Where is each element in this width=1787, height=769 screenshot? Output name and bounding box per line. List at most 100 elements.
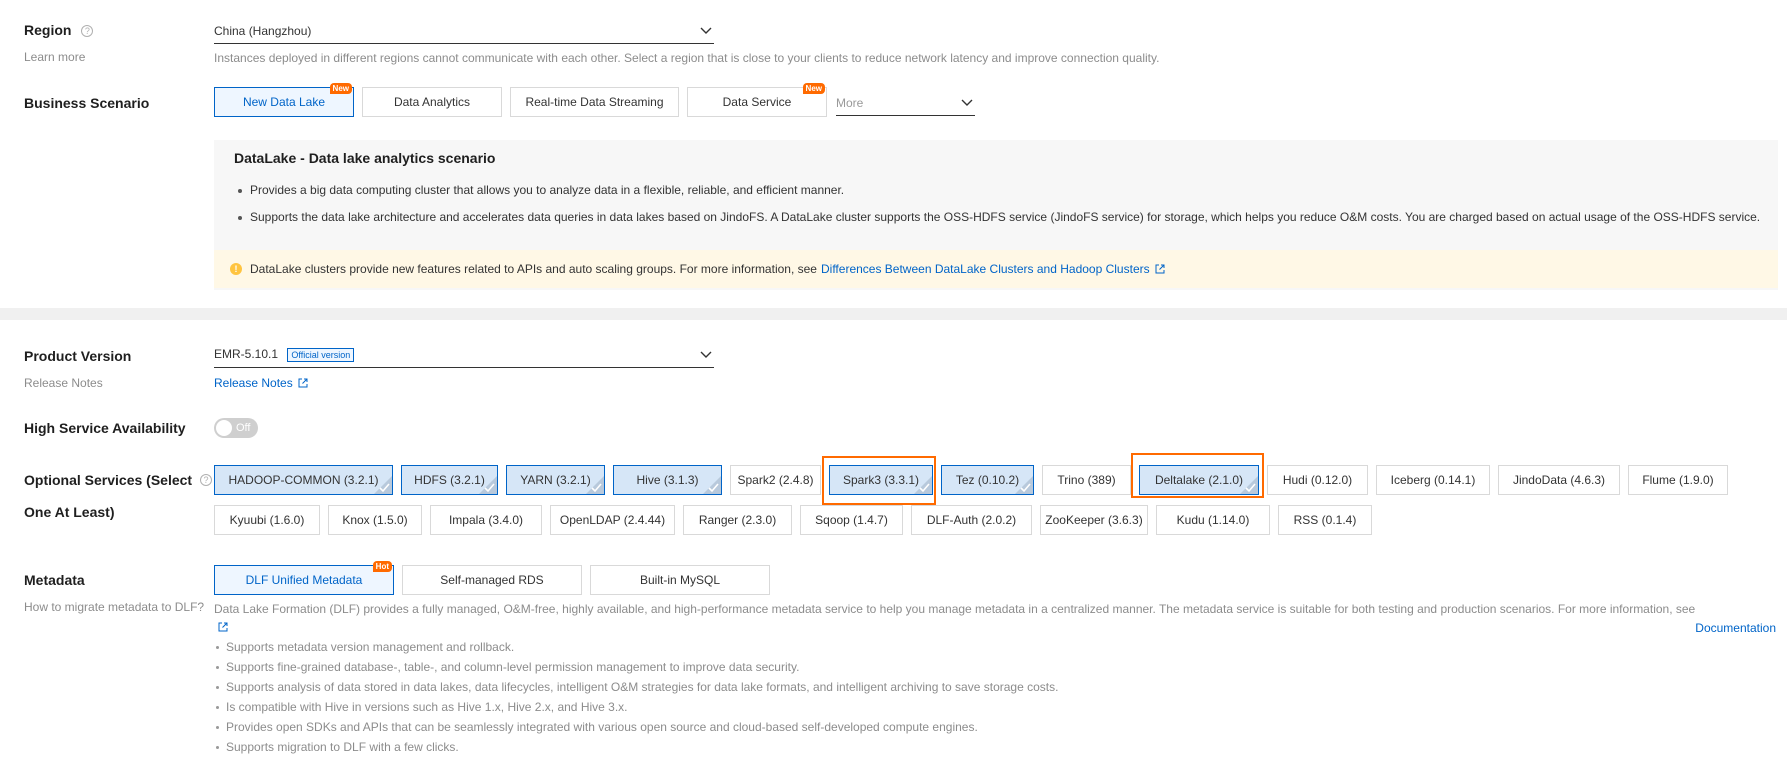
scenario-label: Data Service (722, 95, 792, 109)
service-card[interactable]: Spark2 (2.4.8) (730, 465, 821, 495)
optional-services-label: Optional Services (Select (24, 472, 193, 488)
service-card[interactable]: Kudu (1.14.0) (1156, 505, 1270, 535)
service-card[interactable]: DLF-Auth (2.0.2) (911, 505, 1032, 535)
service-label: Impala (3.4.0) (448, 513, 524, 527)
notice-link[interactable]: Differences Between DataLake Clusters an… (821, 262, 1165, 276)
official-version-tag: Official version (287, 348, 355, 362)
help-icon[interactable]: ? (200, 474, 212, 486)
highlight-deltalake (1131, 453, 1264, 498)
service-label: Spark2 (2.4.8) (737, 473, 814, 487)
service-card[interactable]: Knox (1.5.0) (328, 505, 422, 535)
scenario-data-service[interactable]: Data Service New (687, 83, 827, 117)
release-notes-link[interactable]: Release Notes (214, 376, 308, 390)
highlight-spark3 (822, 456, 936, 505)
more-placeholder: More (836, 95, 864, 110)
service-card[interactable]: ZooKeeper (3.6.3) (1040, 505, 1148, 535)
service-card[interactable]: Impala (3.4.0) (430, 505, 542, 535)
business-scenario-label: Business Scenario (24, 95, 150, 111)
region-value: China (Hangzhou) (214, 23, 312, 38)
metadata-option-label: Self-managed RDS (440, 573, 544, 587)
service-card[interactable]: Kyuubi (1.6.0) (214, 505, 320, 535)
product-version-release-notes: Release Notes (24, 376, 103, 390)
toggle-label: Off (236, 422, 251, 434)
service-label: DLF-Auth (2.0.2) (926, 513, 1017, 527)
service-label: ZooKeeper (3.6.3) (1045, 513, 1143, 527)
metadata-bullet: Is compatible with Hive in versions such… (216, 700, 628, 714)
product-version-select[interactable]: EMR-5.10.1 Official version (214, 342, 714, 368)
chevron-down-icon (700, 351, 712, 358)
section-divider (0, 308, 1787, 320)
service-label: HADOOP-COMMON (3.2.1) (228, 473, 379, 487)
scenario-real-time-streaming[interactable]: Real-time Data Streaming (510, 87, 679, 117)
metadata-bullet: Supports migration to DLF with a few cli… (216, 740, 459, 754)
region-label: Region ? (24, 22, 94, 38)
metadata-bullet: Provides open SDKs and APIs that can be … (216, 720, 978, 734)
check-icon (591, 483, 602, 493)
service-label: RSS (0.1.4) (1293, 513, 1357, 527)
service-card[interactable]: Hudi (0.12.0) (1267, 465, 1368, 495)
service-card[interactable]: YARN (3.2.1) (506, 465, 605, 495)
scenario-new-data-lake[interactable]: New Data Lake New (214, 83, 354, 117)
service-label: Hudi (0.12.0) (1282, 473, 1353, 487)
notice-banner: ! DataLake clusters provide new features… (214, 250, 1778, 288)
service-label: YARN (3.2.1) (520, 473, 591, 487)
metadata-self-managed-rds[interactable]: Self-managed RDS (402, 565, 582, 595)
product-version-value: EMR-5.10.1 (214, 347, 279, 361)
service-card[interactable]: JindoData (4.6.3) (1498, 465, 1620, 495)
service-card[interactable]: Ranger (2.3.0) (683, 505, 792, 535)
service-label: JindoData (4.6.3) (1512, 473, 1606, 487)
service-card[interactable]: RSS (0.1.4) (1278, 505, 1372, 535)
metadata-label: Metadata (24, 572, 85, 588)
service-label: Knox (1.5.0) (342, 513, 408, 527)
ha-toggle[interactable]: Off (214, 418, 258, 438)
service-label: Tez (0.10.2) (955, 473, 1020, 487)
metadata-built-in-mysql[interactable]: Built-in MySQL (590, 565, 770, 595)
service-label: Sqoop (1.4.7) (815, 513, 888, 527)
check-icon (708, 483, 719, 493)
region-learn-more[interactable]: Learn more (24, 50, 85, 64)
scenario-data-analytics[interactable]: Data Analytics (362, 87, 502, 117)
notice-text: DataLake clusters provide new features r… (250, 262, 817, 276)
service-card[interactable]: Trino (389) (1042, 465, 1131, 495)
service-card[interactable]: Sqoop (1.4.7) (800, 505, 903, 535)
release-notes-link-text[interactable]: Release Notes (214, 376, 293, 390)
metadata-bullet: Supports fine-grained database-, table-,… (215, 660, 800, 674)
external-link-icon (218, 622, 228, 632)
service-card[interactable]: Flume (1.9.0) (1628, 465, 1728, 495)
scenario-description-title: DataLake - Data lake analytics scenario (234, 150, 496, 166)
chevron-down-icon (700, 27, 712, 34)
service-label: OpenLDAP (2.4.44) (559, 513, 666, 527)
metadata-migrate-link[interactable]: How to migrate metadata to DLF? (24, 600, 204, 614)
new-badge: New (329, 83, 352, 94)
service-card[interactable]: HADOOP-COMMON (3.2.1) (214, 465, 393, 495)
service-label: Hive (3.1.3) (636, 473, 699, 487)
new-badge: New (802, 83, 825, 94)
optional-services-label-line2: One At Least) (24, 504, 115, 520)
service-label: Kyuubi (1.6.0) (229, 513, 305, 527)
scenario-label: Real-time Data Streaming (525, 95, 664, 109)
metadata-dlf-unified[interactable]: DLF Unified Metadata Hot (214, 561, 394, 595)
check-icon (379, 483, 390, 493)
documentation-link[interactable]: Documentation (1695, 619, 1776, 638)
scenario-label: Data Analytics (393, 95, 471, 109)
hot-badge: Hot (372, 561, 392, 572)
service-card[interactable]: Tez (0.10.2) (941, 465, 1034, 495)
service-card[interactable]: OpenLDAP (2.4.44) (550, 505, 675, 535)
metadata-option-label: DLF Unified Metadata (245, 573, 363, 587)
service-label: Iceberg (0.14.1) (1390, 473, 1476, 487)
scenario-more-select[interactable]: More (836, 90, 975, 116)
warning-icon: ! (230, 263, 242, 275)
check-icon (484, 483, 495, 493)
metadata-bullet: Supports analysis of data stored in data… (215, 680, 1059, 694)
chevron-down-icon (961, 99, 973, 106)
service-card[interactable]: Hive (3.1.3) (613, 465, 722, 495)
service-card[interactable]: Iceberg (0.14.1) (1376, 465, 1490, 495)
region-hint: Instances deployed in different regions … (214, 51, 1160, 65)
service-card[interactable]: HDFS (3.2.1) (401, 465, 498, 495)
product-version-label: Product Version (24, 348, 132, 364)
check-icon (1020, 483, 1031, 493)
region-select[interactable]: China (Hangzhou) (214, 18, 714, 44)
metadata-option-label: Built-in MySQL (639, 573, 721, 587)
help-icon[interactable]: ? (81, 25, 94, 38)
scenario-label: New Data Lake (242, 95, 326, 109)
